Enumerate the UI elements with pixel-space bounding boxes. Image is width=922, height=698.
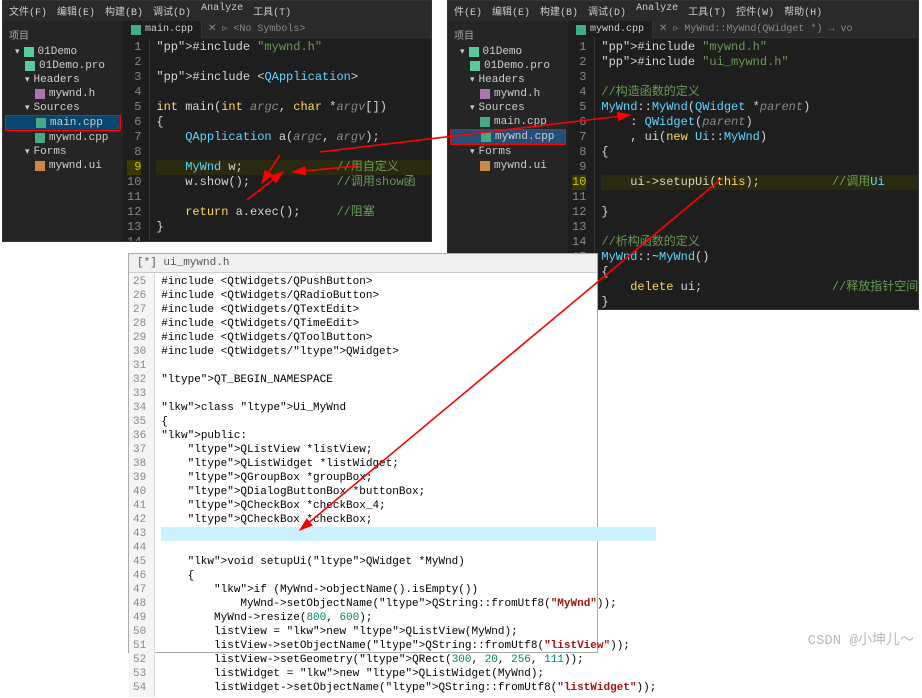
menu-item[interactable]: Analyze: [636, 3, 678, 19]
ui-header-editor: [*] ui_mywnd.h 2526272829303132333435363…: [128, 253, 598, 653]
menu-item[interactable]: 工具(T): [253, 3, 291, 19]
menu-item[interactable]: 帮助(H): [784, 3, 822, 19]
menu-item[interactable]: 工具(T): [688, 3, 726, 19]
tree-pro-file[interactable]: 01Demo.pro: [5, 59, 121, 73]
tree-headers[interactable]: ▾Headers: [5, 73, 121, 87]
code-light[interactable]: #include <QtWidgets/QPushButton>#include…: [155, 273, 656, 697]
tree-main-cpp[interactable]: main.cpp: [5, 115, 121, 131]
menubar-left: 文件(F) 编辑(E) 构建(B) 调试(D) Analyze 工具(T): [3, 1, 431, 21]
menu-item[interactable]: 控件(W): [736, 3, 774, 19]
project-tree-left[interactable]: 项目 ▾01Demo 01Demo.pro ▾Headers mywnd.h ▾…: [3, 21, 123, 241]
tree-header-file[interactable]: mywnd.h: [450, 87, 566, 101]
project-tree-header: 项目: [450, 25, 566, 45]
tree-mywnd-ui[interactable]: mywnd.ui: [450, 159, 566, 173]
symbol-nav[interactable]: ✕ ▹ MyWnd::MyWnd(QWidget *) → vo: [653, 21, 918, 38]
menu-item[interactable]: 件(E): [454, 3, 482, 19]
cpp-icon: [576, 25, 586, 35]
editor-left: main.cpp ✕ ▹ <No Symbols> 12345678910111…: [123, 21, 431, 241]
tree-forms[interactable]: ▾Forms: [450, 145, 566, 159]
editor-tab[interactable]: mywnd.cpp: [568, 21, 653, 38]
tree-sources[interactable]: ▾Sources: [5, 101, 121, 115]
tree-sources[interactable]: ▾Sources: [450, 101, 566, 115]
code-right[interactable]: "pp">#include "mywnd.h""pp">#include "ui…: [595, 38, 918, 309]
tree-header-file[interactable]: mywnd.h: [5, 87, 121, 101]
editor-right: mywnd.cpp ✕ ▹ MyWnd::MyWnd(QWidget *) → …: [568, 21, 918, 309]
tree-project[interactable]: ▾01Demo: [450, 45, 566, 59]
menu-item[interactable]: 构建(B): [105, 3, 143, 19]
menu-item[interactable]: 文件(F): [9, 3, 47, 19]
tree-pro-file[interactable]: 01Demo.pro: [450, 59, 566, 73]
menubar-right: 件(E) 编辑(E) 构建(B) 调试(D) Analyze 工具(T) 控件(…: [448, 1, 918, 21]
tree-mywnd-ui[interactable]: mywnd.ui: [5, 159, 121, 173]
tree-mywnd-cpp[interactable]: mywnd.cpp: [450, 129, 566, 145]
editor-tab[interactable]: main.cpp: [123, 21, 202, 38]
tree-forms[interactable]: ▾Forms: [5, 145, 121, 159]
menu-item[interactable]: 编辑(E): [57, 3, 95, 19]
symbol-nav[interactable]: ✕ ▹ <No Symbols>: [202, 21, 431, 38]
tree-headers[interactable]: ▾Headers: [450, 73, 566, 87]
cpp-icon: [131, 25, 141, 35]
menu-item[interactable]: 调试(D): [588, 3, 626, 19]
project-tree-header: 项目: [5, 25, 121, 45]
gutter-light: 2526272829303132333435363738394041424344…: [129, 273, 155, 697]
menu-item[interactable]: 编辑(E): [492, 3, 530, 19]
editor-tab[interactable]: [*] ui_mywnd.h: [129, 254, 597, 273]
gutter-left: 1234567891011121314: [123, 38, 150, 241]
tree-mywnd-cpp[interactable]: mywnd.cpp: [5, 131, 121, 145]
menu-item[interactable]: 构建(B): [540, 3, 578, 19]
code-left[interactable]: "pp">#include "mywnd.h""pp">#include <QA…: [150, 38, 431, 241]
menu-item[interactable]: Analyze: [201, 3, 243, 19]
tree-project[interactable]: ▾01Demo: [5, 45, 121, 59]
left-ide-window: 文件(F) 编辑(E) 构建(B) 调试(D) Analyze 工具(T) 项目…: [2, 0, 432, 242]
tree-main-cpp[interactable]: main.cpp: [450, 115, 566, 129]
watermark: CSDN @小坤儿～: [808, 629, 914, 649]
menu-item[interactable]: 调试(D): [153, 3, 191, 19]
